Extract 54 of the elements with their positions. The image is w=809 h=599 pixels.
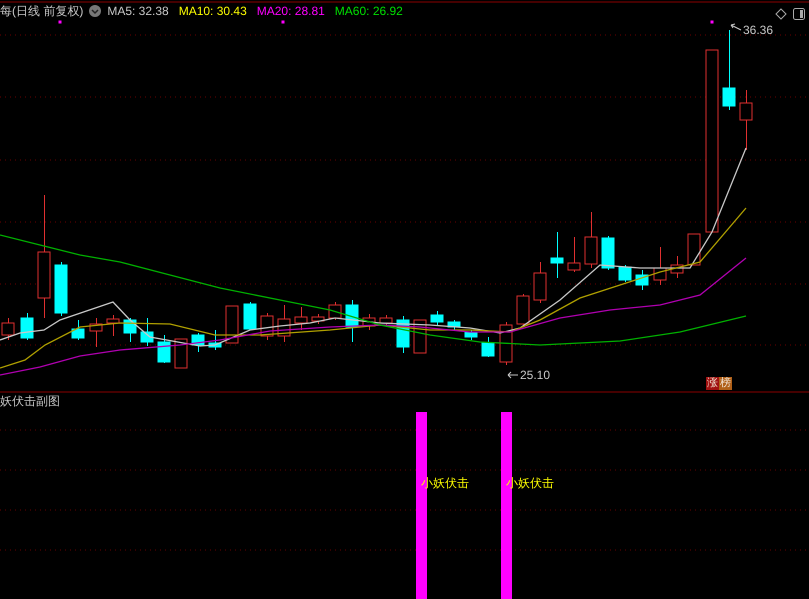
candlestick (688, 234, 700, 266)
candlestick (568, 236, 580, 272)
candlestick (500, 322, 512, 366)
candlestick (464, 330, 478, 340)
candlestick (534, 262, 546, 304)
candlestick (618, 264, 632, 282)
signal-label: 小妖伏击 (506, 477, 554, 489)
candlestick (140, 318, 154, 346)
candlestick (584, 212, 598, 268)
candlestick (20, 312, 34, 340)
candlestick (482, 336, 494, 358)
candlestick (312, 314, 324, 324)
candlestick (328, 302, 342, 320)
low-price-label: 25.10 (520, 369, 550, 381)
candlestick (346, 300, 358, 342)
dropdown-icon[interactable] (89, 5, 102, 17)
badge-tag: 榜 (719, 377, 732, 390)
candlestick (550, 232, 564, 278)
candlestick (294, 306, 308, 330)
candlestick (124, 318, 136, 342)
candlestick (226, 306, 238, 344)
diamond-icon[interactable] (775, 8, 787, 20)
signal-label: 小妖伏击 (421, 477, 469, 489)
candlestick (380, 314, 392, 328)
candlestick (106, 314, 120, 336)
candlestick (72, 320, 84, 340)
candlestick (654, 246, 666, 286)
panel-toggle-icon[interactable] (793, 8, 805, 20)
chart-title: 每(日线 前复权) (0, 5, 84, 17)
candlestick (636, 270, 648, 290)
leader-arrow (508, 372, 518, 378)
indicator-reading: MA60: 26.92 (334, 5, 403, 17)
indicator-reading: MA5: 32.38 (107, 5, 169, 17)
candlestick (670, 256, 684, 278)
candlestick (516, 294, 530, 326)
candlestick (448, 320, 460, 330)
badge-tag: 涨 (706, 377, 719, 390)
candlestick (362, 314, 376, 330)
subchart-title: 妖伏击副图 (0, 395, 60, 407)
candlestick (90, 318, 102, 348)
candlestick (602, 236, 614, 270)
candlestick (740, 90, 752, 150)
candlestick (430, 310, 444, 326)
candlestick (278, 304, 290, 342)
candlestick (158, 334, 170, 364)
candlestick (54, 262, 68, 316)
indicator-reading: MA20: 28.81 (256, 5, 325, 17)
leader-arrow (730, 24, 742, 30)
high-price-label: 36.36 (743, 24, 774, 36)
indicator-reading: MA10: 30.43 (178, 5, 247, 17)
candlestick (174, 338, 188, 368)
candlestick (192, 332, 204, 352)
candlestick (208, 330, 222, 350)
candlestick (244, 302, 256, 330)
